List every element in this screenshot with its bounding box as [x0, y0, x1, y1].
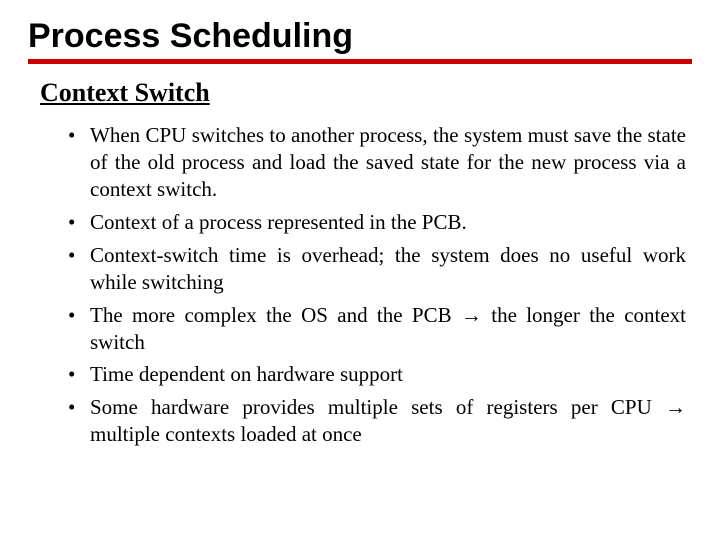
bullet-list: When CPU switches to another process, th…	[40, 122, 686, 448]
list-item: Context of a process represented in the …	[68, 209, 686, 236]
list-item: Context-switch time is overhead; the sys…	[68, 242, 686, 296]
list-item: Time dependent on hardware support	[68, 361, 686, 388]
list-item: The more complex the OS and the PCB → th…	[68, 302, 686, 356]
slide-subtitle: Context Switch	[40, 78, 692, 108]
slide: Process Scheduling Context Switch When C…	[0, 0, 720, 540]
slide-title: Process Scheduling	[28, 18, 692, 64]
list-item: Some hardware provides multiple sets of …	[68, 394, 686, 448]
list-item: When CPU switches to another process, th…	[68, 122, 686, 203]
